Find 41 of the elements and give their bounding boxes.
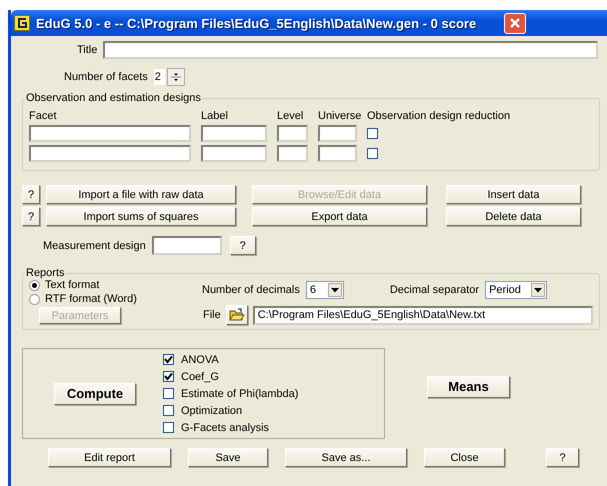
radio-option[interactable]: RTF format (Word) — [29, 293, 202, 305]
decimals-dropdown[interactable]: 6 — [306, 281, 344, 299]
footer-button[interactable]: Save — [188, 448, 268, 467]
facets-value: 2 — [154, 69, 165, 85]
help-button[interactable]: ? — [22, 207, 40, 226]
column-header: Level — [277, 110, 304, 122]
data-button[interactable]: Import sums of squares — [46, 207, 236, 226]
checkbox-label: Coef_G — [181, 370, 219, 382]
footer-button[interactable]: Edit report — [48, 448, 171, 467]
footer-button[interactable]: Save as... — [285, 448, 407, 467]
footer-button[interactable]: Close — [424, 448, 505, 467]
data-button[interactable]: Export data — [252, 207, 427, 226]
column-header: Label — [201, 110, 229, 122]
title-label: Title — [77, 44, 98, 56]
column-header: Observation design reduction — [367, 110, 510, 122]
checkbox-label: ANOVA — [181, 354, 219, 366]
checkbox-label: Estimate of Phi(lambda) — [181, 388, 298, 400]
radio-label: Text format — [45, 279, 100, 291]
facets-label: Number of facets — [64, 71, 148, 83]
window-title: EduG 5.0 - e -- C:\Program Files\EduG_5English\Data\New.gen - 0 score — [36, 16, 476, 30]
data-button[interactable]: Import a file with raw data — [46, 185, 236, 204]
radio-label: RTF format (Word) — [45, 293, 137, 305]
compute-button[interactable]: Compute — [54, 382, 136, 404]
data-button[interactable]: Insert data — [446, 185, 581, 204]
checkbox-label: G-Facets analysis — [181, 422, 270, 434]
means-button[interactable]: Means — [427, 376, 510, 398]
help-button[interactable]: ? — [230, 236, 256, 255]
data-button[interactable]: Delete data — [446, 207, 581, 226]
separator-dropdown[interactable]: Period — [485, 281, 548, 299]
group-title: Reports — [25, 267, 66, 279]
measurement-design-label: Measurement design — [43, 240, 146, 252]
footer-button[interactable]: ? — [546, 448, 579, 467]
decimals-label: Number of decimals — [202, 284, 300, 296]
file-label: File — [203, 309, 221, 321]
group-title: Observation and estimation designs — [25, 92, 202, 104]
radio-option[interactable]: Text format — [29, 279, 202, 291]
column-header: Facet — [29, 110, 58, 122]
file-path-field[interactable]: C:\Program Files\EduG_5English\Data\New.txt — [252, 306, 593, 324]
help-button[interactable]: ? — [22, 185, 40, 204]
checkbox-label: Optimization — [181, 404, 242, 416]
separator-label: Decimal separator — [390, 284, 480, 296]
